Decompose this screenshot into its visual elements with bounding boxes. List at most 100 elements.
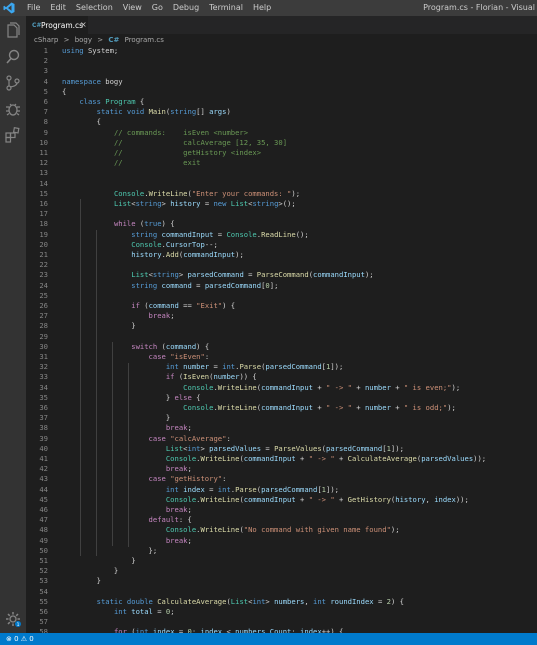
search-icon[interactable] [4,48,22,66]
code-token: " is even;" [403,382,452,392]
code-token: ReadLine [261,229,296,239]
vscode-logo-icon [3,2,15,14]
menu-file[interactable]: File [22,3,45,13]
code-text: List<int> parsedValues = ParseValues(par… [62,444,404,454]
menu-debug[interactable]: Debug [168,3,204,13]
line-number: 41 [39,454,48,463]
code-token: Console [183,403,214,412]
code-token: // commands: isEven <number> [113,127,249,137]
code-text: } [62,321,135,331]
code-token: = [200,199,214,208]
breadcrumb-file-program-cs[interactable]: Program.cs [125,36,164,44]
line-number: 49 [39,535,48,545]
code-line: 4 namespace bogy [26,77,537,87]
code-line: 36 Console.WriteLine(commandInput + " ->… [26,403,537,413]
settings-gear-icon[interactable]: 1 [4,610,22,628]
code-text: }; [62,546,158,556]
code-token: if [165,372,175,382]
code-line: 49 break; [26,536,537,546]
line-number: 25 [39,290,48,300]
code-line: 27 break; [26,311,537,321]
line-number: 30 [39,341,48,351]
svg-text:1: 1 [17,622,20,628]
code-token: // calcAverage [12, 35, 30] [113,137,288,147]
code-token: int [113,607,127,616]
menu-selection[interactable]: Selection [71,3,118,13]
line-number: 22 [39,260,48,270]
menu-bar: File Edit Selection View Go Debug Terminal Help [22,3,276,13]
code-token: ); [390,525,400,535]
breadcrumb-folder-csharp[interactable]: cSharp [34,36,58,44]
code-token: int [165,484,179,494]
debug-icon[interactable] [4,100,22,118]
code-line: 57 [26,617,537,627]
code-token: commandInput [261,403,314,412]
code-token: history [170,199,201,208]
code-token: CalculateAverage [347,454,417,463]
line-number: 7 [43,107,48,117]
code-token: ParseValues [274,443,322,453]
code-editor[interactable]: 1 using System; 2 3 4 namespace bogy 5{6 class… [26,46,537,633]
code-text: int total = 0; [62,607,175,617]
code-token: Console [183,382,214,392]
code-token: commandInput [243,454,296,463]
menu-view[interactable]: View [118,3,147,13]
code-token: ) { [161,219,175,229]
menu-go[interactable]: Go [147,3,168,13]
code-line: 18 while (true) { [26,219,537,229]
line-number: 47 [39,515,48,525]
code-text: } else { [62,393,201,403]
code-token: CalculateAverage [157,596,227,606]
code-token: Add [165,250,179,259]
code-line: 33 if (IsEven(number)) { [26,372,537,382]
line-number: 10 [39,137,48,147]
code-token: = [191,280,205,290]
code-token: ; [170,311,175,321]
code-token: + [313,382,326,392]
menu-edit[interactable]: Edit [45,3,71,13]
code-line: 35 } else { [26,393,537,403]
code-token: : [222,474,227,484]
menu-help[interactable]: Help [248,3,276,13]
code-line: 19 string commandInput = Console.ReadLin… [26,230,537,240]
tab-close-button[interactable]: × [80,20,87,30]
code-token: double [126,596,153,606]
line-number: 15 [39,188,48,198]
warning-count: 0 [29,635,34,643]
code-text: int index = int.Parse(parsedCommand[1]); [62,485,339,495]
extensions-icon[interactable] [4,126,22,144]
code-token: = [152,607,166,616]
code-token: string [152,270,179,280]
problems-indicator[interactable]: ⊗ 0 ⚠ 0 [6,633,34,645]
menu-terminal[interactable]: Terminal [204,3,248,13]
code-line: 43 case "getHistory": [26,474,537,484]
code-text: class Program { [62,97,144,107]
source-control-icon[interactable] [4,74,22,92]
code-line: 17 [26,209,537,219]
code-token: ); [364,270,374,280]
explorer-icon[interactable] [4,22,22,40]
line-number: 6 [43,97,48,106]
code-token: "getHistory" [170,474,223,484]
code-token: new [213,199,227,208]
code-token: parsedValues [209,443,262,453]
line-number: 34 [39,382,48,392]
code-text: static double CalculateAverage(List<int>… [62,597,404,607]
code-token: Console [165,454,197,463]
code-text: string command = parsedCommand[0]; [62,281,278,291]
activity-bar: 1 [0,16,26,633]
code-line: 2 [26,56,537,66]
code-line: 9 // commands: isEven <number> [26,128,537,138]
code-token: > [178,270,188,280]
code-token: static [96,596,123,606]
code-text: switch (command) { [62,342,209,352]
code-token: ); [235,250,244,259]
breadcrumb-folder-bogy[interactable]: bogy [75,36,92,44]
code-line: 1 using System; [26,46,537,56]
code-token: ( [135,219,145,229]
tab-program-cs[interactable]: C# Program.cs × [26,16,88,35]
